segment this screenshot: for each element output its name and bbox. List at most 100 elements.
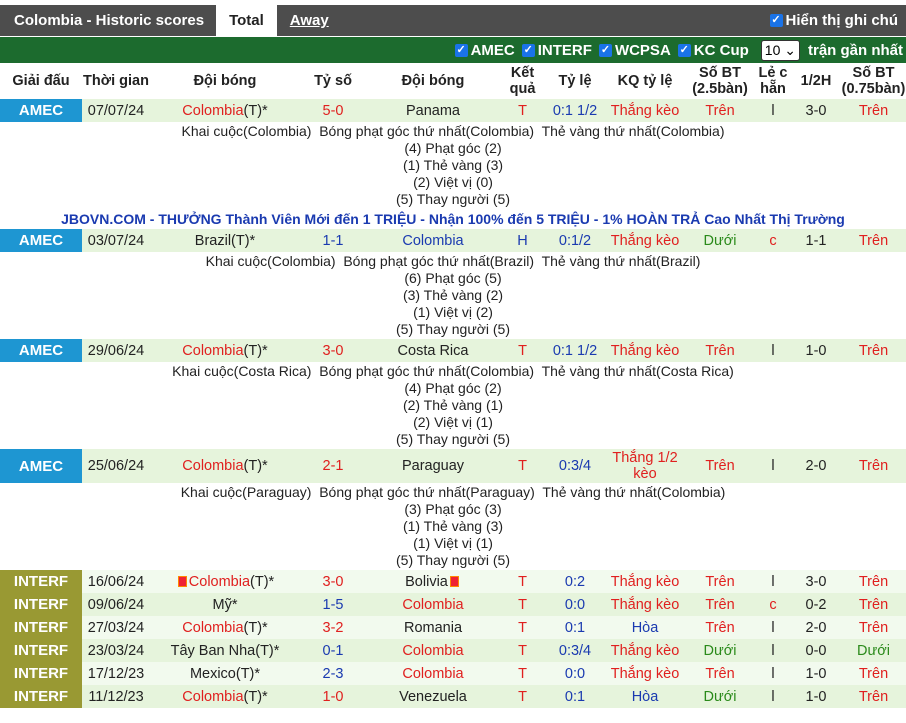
match-date: 03/07/24 bbox=[82, 229, 150, 252]
handicap-odds: 0:0 bbox=[545, 593, 605, 616]
half-time-score: 2-0 bbox=[791, 616, 841, 639]
away-team[interactable]: Colombia bbox=[366, 639, 500, 662]
ad-link[interactable]: JBOVN.COM - THƯỞNG Thành Viên Mới đến 1 … bbox=[0, 209, 906, 229]
competition-label[interactable]: INTERF bbox=[0, 639, 82, 662]
home-team[interactable]: Mỹ* bbox=[150, 593, 300, 616]
match-count-select[interactable]: 10 ⌄ bbox=[760, 39, 800, 61]
filter-interf[interactable]: ✓ INTERF bbox=[521, 42, 592, 59]
competition-label[interactable]: INTERF bbox=[0, 570, 82, 593]
column-header: Tỷ số bbox=[300, 63, 366, 99]
match-row[interactable]: INTERF 16/06/24 Colombia(T)* 3-0 Bolivia T 0:2… bbox=[0, 570, 906, 593]
match-date: 09/06/24 bbox=[82, 593, 150, 616]
competition-label[interactable]: INTERF bbox=[0, 616, 82, 639]
home-team[interactable]: Colombia(T)* bbox=[150, 616, 300, 639]
handicap-result: Thắng kèo bbox=[605, 339, 685, 362]
filter-amec[interactable]: ✓ AMEC bbox=[454, 41, 515, 59]
filter-wcpsa[interactable]: ✓ WCPSA bbox=[598, 41, 671, 59]
red-card-icon bbox=[449, 575, 459, 587]
competition-label[interactable]: INTERF bbox=[0, 662, 82, 685]
checkbox-icon[interactable]: ✓ bbox=[454, 43, 468, 57]
home-team[interactable]: Brazil(T)* bbox=[150, 229, 300, 252]
away-team[interactable]: Costa Rica bbox=[366, 339, 500, 362]
odd-even: c bbox=[755, 593, 791, 616]
away-team[interactable]: Colombia bbox=[366, 593, 500, 616]
checkbox-icon[interactable]: ✓ bbox=[521, 43, 535, 57]
odd-even: l bbox=[755, 616, 791, 639]
home-team[interactable]: Colombia(T)* bbox=[150, 449, 300, 483]
competition-label[interactable]: INTERF bbox=[0, 593, 82, 616]
note-line: (2) Thẻ vàng (1) bbox=[402, 397, 504, 413]
away-team-name: Colombia bbox=[402, 596, 464, 613]
over-under-25: Trên bbox=[685, 99, 755, 122]
home-team[interactable]: Colombia(T)* bbox=[150, 685, 300, 708]
match-row[interactable]: INTERF 17/12/23 Mexico(T)* 2-3 Colombia T 0:0 T… bbox=[0, 662, 906, 685]
match-row[interactable]: AMEC 25/06/24 Colombia(T)* 2-1 Paraguay T 0:3/… bbox=[0, 449, 906, 483]
away-team[interactable]: Paraguay bbox=[366, 449, 500, 483]
away-team-name: Colombia bbox=[402, 232, 464, 249]
half-time-score: 3-0 bbox=[791, 99, 841, 122]
home-team[interactable]: Colombia(T)* bbox=[150, 99, 300, 122]
match-row[interactable]: INTERF 27/03/24 Colombia(T)* 3-2 Romania T 0:1… bbox=[0, 616, 906, 639]
handicap-odds: 0:1 bbox=[545, 685, 605, 708]
tab-total[interactable]: Total bbox=[216, 5, 277, 36]
competition-label[interactable]: INTERF bbox=[0, 685, 82, 708]
checkbox-icon[interactable]: ✓ bbox=[677, 43, 691, 57]
page-title: Colombia - Historic scores bbox=[14, 12, 205, 29]
away-team-name: Bolivia bbox=[405, 573, 448, 590]
home-team-suffix: (T)* bbox=[231, 232, 256, 249]
over-under-075: Trên bbox=[841, 449, 906, 483]
ad-banner[interactable]: JBOVN.COM - THƯỞNG Thành Viên Mới đến 1 … bbox=[0, 209, 906, 229]
notes-cell: Khai cuộc(Colombia) Bóng phạt góc thứ nh… bbox=[0, 252, 906, 339]
chevron-down-icon: ⌄ bbox=[784, 41, 796, 58]
home-team-suffix: (T)* bbox=[243, 102, 268, 119]
over-under-25: Trên bbox=[685, 593, 755, 616]
match-row[interactable]: INTERF 23/03/24 Tây Ban Nha(T)* 0-1 Colombia… bbox=[0, 639, 906, 662]
filter-label: AMEC bbox=[470, 41, 515, 59]
home-team[interactable]: Mexico(T)* bbox=[150, 662, 300, 685]
column-header: Đội bóng bbox=[150, 63, 300, 99]
competition-label[interactable]: AMEC bbox=[0, 229, 82, 252]
away-team[interactable]: Bolivia bbox=[366, 570, 500, 593]
home-team-name: Mexico bbox=[189, 665, 236, 682]
away-team[interactable]: Romania bbox=[366, 616, 500, 639]
match-row[interactable]: INTERF 11/12/23 Colombia(T)* 1-0 Venezuela T 0… bbox=[0, 685, 906, 708]
handicap-result: Hòa bbox=[605, 616, 685, 639]
odd-even: l bbox=[755, 570, 791, 593]
score: 2-3 bbox=[300, 662, 366, 685]
note-line: (1) Thẻ vàng (3) bbox=[402, 157, 504, 173]
away-team[interactable]: Panama bbox=[366, 99, 500, 122]
notes-cell: Khai cuộc(Colombia) Bóng phạt góc thứ nh… bbox=[0, 122, 906, 209]
checkbox-icon[interactable]: ✓ bbox=[598, 43, 612, 57]
away-team[interactable]: Colombia bbox=[366, 662, 500, 685]
handicap-odds: 0:2 bbox=[545, 570, 605, 593]
match-row[interactable]: INTERF 09/06/24 Mỹ* 1-5 Colombia T 0:0 Thắng kè… bbox=[0, 593, 906, 616]
match-row[interactable]: AMEC 29/06/24 Colombia(T)* 3-0 Costa Rica T 0:… bbox=[0, 339, 906, 362]
away-team[interactable]: Venezuela bbox=[366, 685, 500, 708]
note-line: (4) Phạt góc (2) bbox=[404, 380, 502, 396]
home-team[interactable]: Colombia(T)* bbox=[150, 339, 300, 362]
tab-away[interactable]: Away bbox=[277, 5, 342, 36]
competition-label[interactable]: AMEC bbox=[0, 99, 82, 122]
match-row[interactable]: AMEC 03/07/24 Brazil(T)* 1-1 Colombia H 0:1/2 T… bbox=[0, 229, 906, 252]
handicap-result: Thắng kèo bbox=[605, 229, 685, 252]
home-team[interactable]: Colombia(T)* bbox=[150, 570, 300, 593]
odd-even: c bbox=[755, 229, 791, 252]
column-header: Lẻ c hẵn bbox=[755, 63, 791, 99]
away-team[interactable]: Colombia bbox=[366, 229, 500, 252]
checkbox-icon[interactable]: ✓ bbox=[769, 14, 783, 27]
match-notes: Khai cuộc(Costa Rica) Bóng phạt góc thứ … bbox=[0, 362, 906, 449]
filter-label: WCPSA bbox=[614, 41, 671, 59]
match-result: T bbox=[500, 99, 545, 122]
competition-label[interactable]: AMEC bbox=[0, 449, 82, 483]
filter-kc-cup[interactable]: ✓ KC Cup bbox=[677, 42, 749, 59]
competition-label[interactable]: AMEC bbox=[0, 339, 82, 362]
over-under-075: Trên bbox=[841, 616, 906, 639]
handicap-result: Thắng 1/2 kèo bbox=[605, 449, 685, 483]
home-team[interactable]: Tây Ban Nha(T)* bbox=[150, 639, 300, 662]
home-team-suffix: (T)* bbox=[243, 342, 268, 359]
note-line: (5) Thay người (5) bbox=[396, 431, 510, 447]
match-row[interactable]: AMEC 07/07/24 Colombia(T)* 5-0 Panama T 0:1 1/… bbox=[0, 99, 906, 122]
show-notes-toggle[interactable]: ✓ Hiển thị ghi chú bbox=[769, 12, 906, 29]
half-time-score: 0-0 bbox=[791, 639, 841, 662]
home-team-suffix: (T)* bbox=[243, 619, 268, 636]
